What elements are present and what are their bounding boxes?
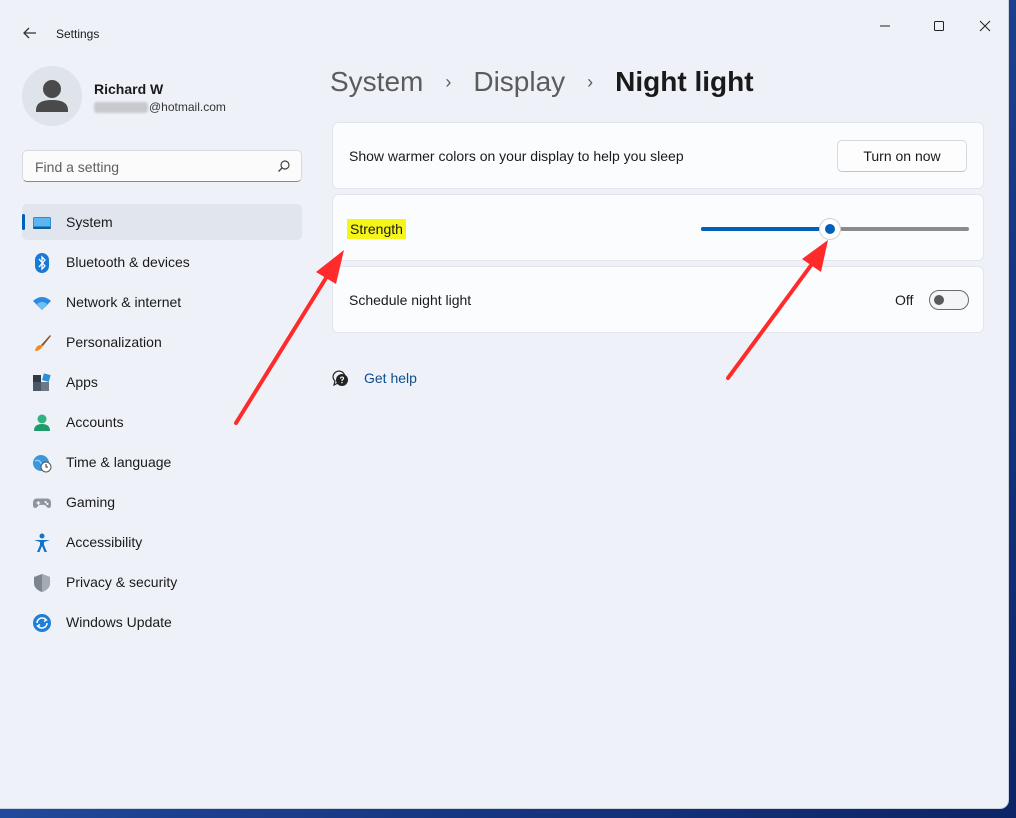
redacted-email-prefix — [94, 101, 148, 113]
toggle-knob — [934, 295, 944, 305]
breadcrumb-display[interactable]: Display — [473, 66, 565, 98]
page-title: Night light — [615, 66, 754, 97]
sidebar-item-label: Accessibility — [66, 534, 143, 550]
shield-icon — [32, 573, 52, 593]
sidebar-item-label: Time & language — [66, 454, 172, 470]
close-button[interactable] — [962, 12, 1008, 40]
chevron-right-icon: › — [445, 71, 452, 92]
sidebar-item-label: Bluetooth & devices — [66, 254, 190, 270]
turn-on-now-button[interactable]: Turn on now — [837, 140, 967, 172]
user-email-domain: @hotmail.com — [149, 100, 226, 114]
clock-globe-icon — [32, 453, 52, 473]
accounts-icon — [32, 413, 52, 433]
sidebar-item-privacy[interactable]: Privacy & security — [22, 564, 302, 600]
active-indicator — [22, 214, 25, 230]
search-icon[interactable] — [277, 159, 291, 173]
sidebar-item-label: System — [66, 214, 113, 230]
sidebar-item-apps[interactable]: Apps — [22, 364, 302, 400]
back-button[interactable] — [18, 22, 42, 44]
toggle-state-label: Off — [895, 292, 914, 308]
apps-icon — [32, 373, 52, 393]
wifi-icon — [32, 293, 52, 313]
schedule-label: Schedule night light — [349, 292, 472, 308]
paintbrush-icon — [32, 333, 52, 353]
sidebar-item-system[interactable]: System — [22, 204, 302, 240]
sidebar-item-bluetooth[interactable]: Bluetooth & devices — [22, 244, 302, 280]
sidebar-item-label: Privacy & security — [66, 574, 178, 590]
sidebar-item-label: Gaming — [66, 494, 116, 510]
sidebar-nav: System Bluetooth & devices Network & int… — [22, 204, 302, 644]
get-help-link[interactable]: Get help — [330, 368, 417, 388]
breadcrumb-system[interactable]: System — [330, 66, 423, 98]
help-chat-icon — [332, 370, 348, 387]
breadcrumb: System › Display › Night light — [330, 66, 754, 98]
slider-thumb-dot — [825, 224, 835, 234]
strength-slider[interactable] — [701, 219, 969, 239]
schedule-card: Schedule night light Off — [332, 266, 984, 333]
strength-label: Strength — [347, 219, 406, 239]
chevron-right-icon: › — [587, 71, 594, 92]
sidebar-item-accessibility[interactable]: Accessibility — [22, 524, 302, 560]
system-display-icon — [32, 213, 52, 233]
sidebar-item-time-language[interactable]: Time & language — [22, 444, 302, 480]
bluetooth-icon — [32, 253, 52, 273]
maximize-icon — [934, 21, 944, 31]
night-light-description: Show warmer colors on your display to he… — [349, 148, 684, 164]
minimize-icon — [880, 25, 890, 27]
sidebar-item-label: Network & internet — [66, 294, 182, 310]
schedule-toggle[interactable] — [929, 290, 969, 310]
sidebar-item-accounts[interactable]: Accounts — [22, 404, 302, 440]
title-bar: Settings — [0, 0, 1008, 56]
settings-window: Settings Richard W @hotmail.com Find a s… — [0, 0, 1008, 808]
slider-thumb[interactable] — [820, 219, 840, 239]
gamepad-icon — [32, 493, 52, 513]
update-icon — [32, 613, 52, 633]
back-arrow-icon — [23, 27, 36, 39]
user-name: Richard W — [94, 81, 164, 97]
sidebar-item-label: Apps — [66, 374, 98, 390]
app-title: Settings — [56, 27, 100, 41]
sidebar-item-label: Personalization — [66, 334, 162, 350]
minimize-button[interactable] — [862, 12, 908, 40]
avatar[interactable] — [22, 66, 82, 126]
strength-card: Strength — [332, 194, 984, 261]
sidebar-item-label: Accounts — [66, 414, 124, 430]
sidebar-item-personalization[interactable]: Personalization — [22, 324, 302, 360]
accessibility-icon — [32, 533, 52, 553]
sidebar-item-label: Windows Update — [66, 614, 172, 630]
sidebar-item-gaming[interactable]: Gaming — [22, 484, 302, 520]
slider-fill — [701, 227, 820, 231]
get-help-label: Get help — [364, 370, 417, 386]
sidebar-item-windows-update[interactable]: Windows Update — [22, 604, 302, 640]
close-icon — [979, 20, 991, 32]
sidebar-item-network[interactable]: Network & internet — [22, 284, 302, 320]
user-email: @hotmail.com — [94, 100, 226, 114]
search-box[interactable] — [22, 150, 302, 182]
user-silhouette-icon — [36, 80, 68, 112]
maximize-button[interactable] — [916, 12, 962, 40]
night-light-card: Show warmer colors on your display to he… — [332, 122, 984, 189]
search-input[interactable] — [33, 157, 277, 177]
